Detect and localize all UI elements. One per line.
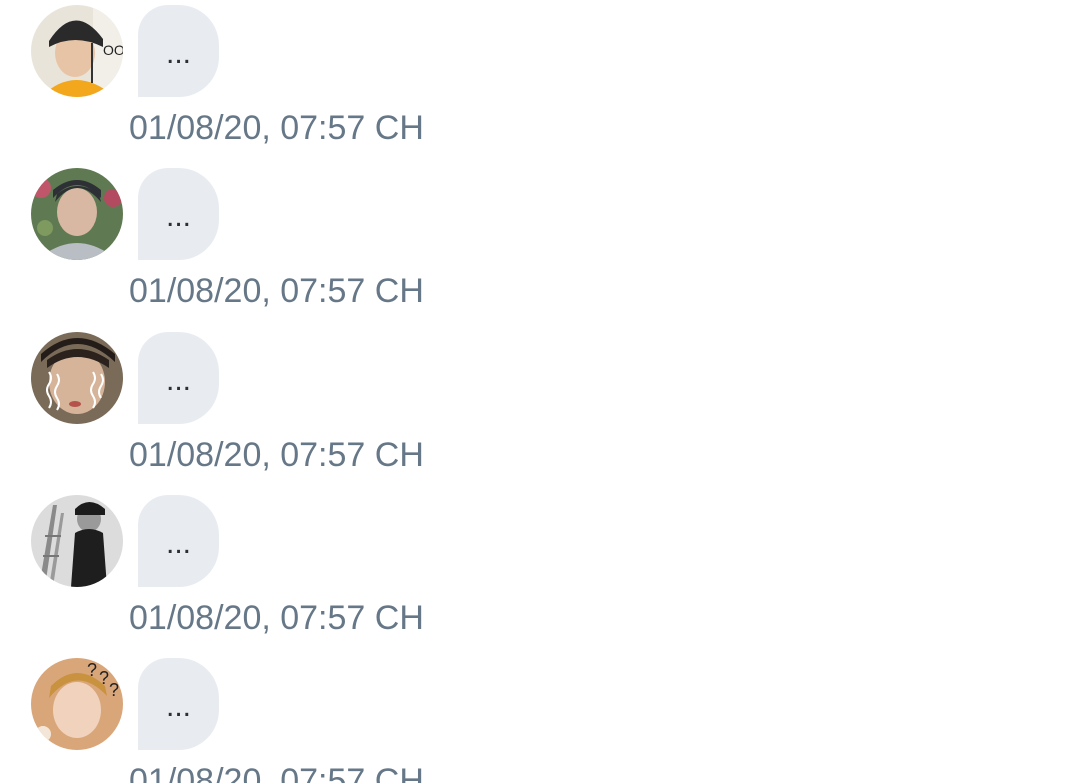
message-timestamp: 01/08/20, 07:57 CH (129, 599, 424, 637)
chat-message: ? ? ? ... 01/08/20, 07:57 CH (0, 658, 1080, 783)
message-text: ... (165, 200, 191, 233)
user-avatar-1-icon[interactable]: OO (31, 5, 123, 97)
message-text: ... (165, 690, 191, 723)
message-bubble[interactable]: ... (138, 168, 219, 260)
message-timestamp: 01/08/20, 07:57 CH (129, 762, 424, 783)
user-avatar-5-icon[interactable]: ? ? ? (31, 658, 123, 750)
chat-message: ... 01/08/20, 07:57 CH (0, 168, 1080, 331)
user-avatar-4-icon[interactable] (31, 495, 123, 587)
message-bubble[interactable]: ... (138, 495, 219, 587)
user-avatar-2-icon[interactable] (31, 168, 123, 260)
message-timestamp: 01/08/20, 07:57 CH (129, 436, 424, 474)
message-bubble[interactable]: ... (138, 332, 219, 424)
message-bubble[interactable]: ... (138, 5, 219, 97)
chat-message: OO ... 01/08/20, 07:57 CH (0, 5, 1080, 168)
svg-text:?: ? (109, 680, 119, 700)
message-timestamp: 01/08/20, 07:57 CH (129, 272, 424, 310)
user-avatar-3-icon[interactable] (31, 332, 123, 424)
svg-text:?: ? (87, 660, 97, 680)
message-text: ... (165, 527, 191, 560)
chat-message-list: OO ... 01/08/20, 07:57 CH ... 01/08/20, … (0, 0, 1080, 783)
message-timestamp: 01/08/20, 07:57 CH (129, 109, 424, 147)
message-text: ... (165, 37, 191, 70)
svg-text:?: ? (99, 668, 109, 688)
message-text: ... (165, 364, 191, 397)
svg-text:OO: OO (103, 42, 123, 58)
message-bubble[interactable]: ... (138, 658, 219, 750)
chat-message: ... 01/08/20, 07:57 CH (0, 332, 1080, 495)
chat-message: ... 01/08/20, 07:57 CH (0, 495, 1080, 658)
